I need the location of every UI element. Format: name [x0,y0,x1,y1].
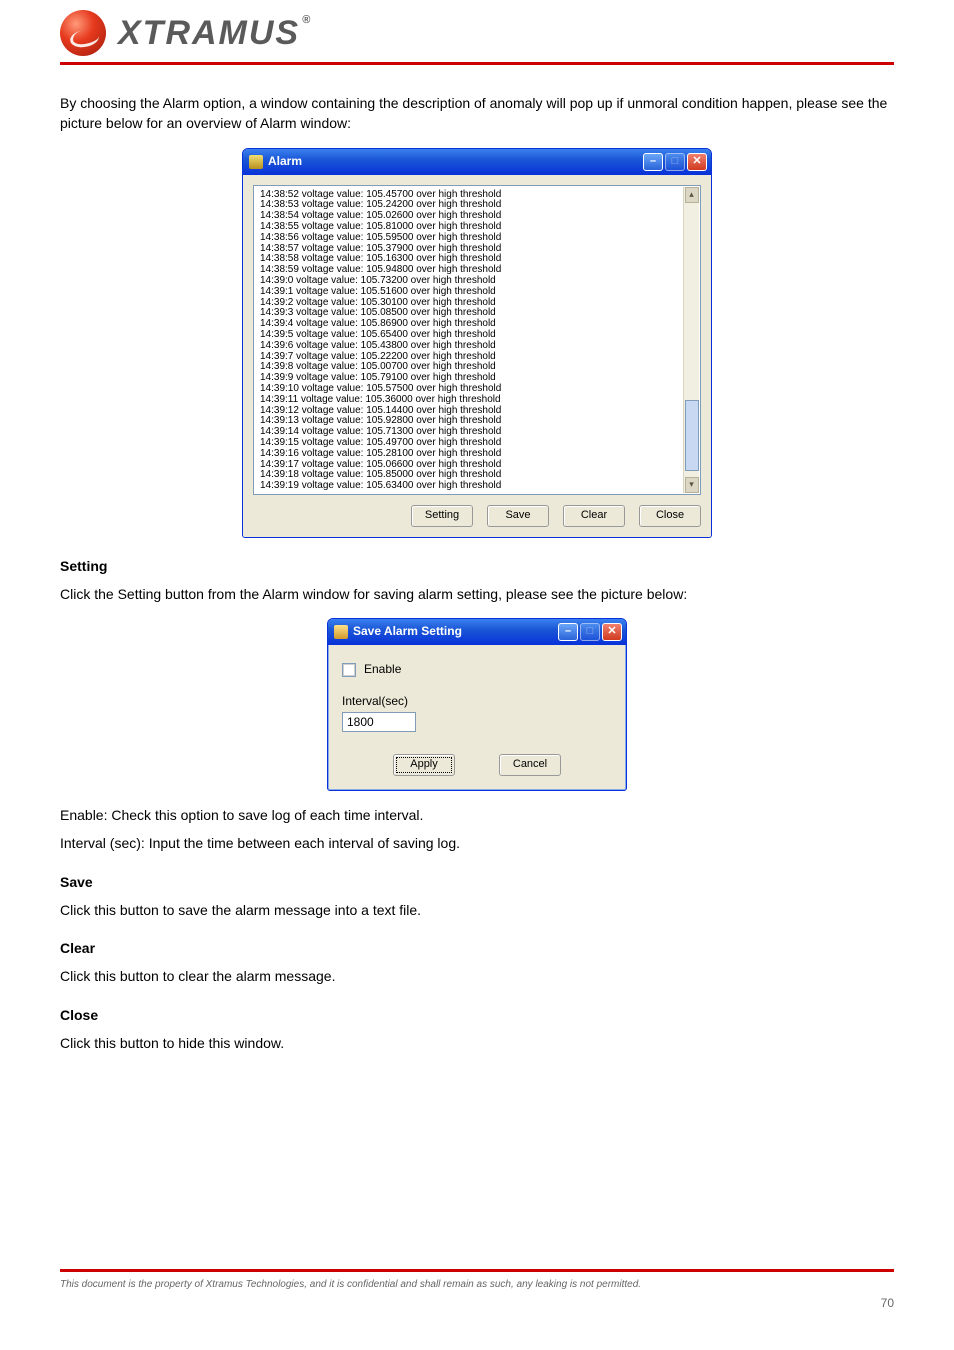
save-maximize-button: □ [580,623,600,641]
minimize-button[interactable]: – [643,153,663,171]
logo-sphere-icon [60,10,106,56]
apply-button[interactable]: Apply [393,754,455,776]
alarm-window-body: 14:38:52 voltage value: 105.45700 over h… [243,175,711,537]
close-button[interactable]: Close [639,505,701,527]
titlebar-buttons: – □ ✕ [643,153,707,171]
enable-checkbox[interactable] [342,663,356,677]
scroll-thumb[interactable] [685,400,699,471]
interval-input[interactable] [342,712,416,732]
scroll-down-arrow-icon[interactable]: ▾ [685,477,699,493]
intro-paragraph: By choosing the Alarm option, a window c… [60,93,894,134]
alarm-log-box[interactable]: 14:38:52 voltage value: 105.45700 over h… [253,185,701,495]
alarm-log-lines: 14:38:52 voltage value: 105.45700 over h… [260,190,698,492]
save-window-icon [334,625,348,639]
enable-paragraph: Enable: Check this option to save log of… [60,805,894,825]
setting-paragraph: Click the Setting button from the Alarm … [60,584,894,604]
save-window-title: Save Alarm Setting [353,623,558,640]
interval-paragraph: Interval (sec): Input the time between e… [60,833,894,853]
enable-label: Enable [364,661,401,678]
brand-logo: XTRAMUS® [60,10,894,56]
clear-button[interactable]: Clear [563,505,625,527]
save-window-body: Enable Interval(sec) Apply Cancel [328,645,626,790]
setting-button[interactable]: Setting [411,505,473,527]
alarm-window-title: Alarm [268,153,643,170]
alarm-button-row: Setting Save Clear Close [253,505,701,527]
setting-heading: Setting [60,556,894,576]
alarm-window-icon [249,155,263,169]
cancel-button[interactable]: Cancel [499,754,561,776]
save-minimize-button[interactable]: – [558,623,578,641]
save-titlebar[interactable]: Save Alarm Setting – □ ✕ [328,619,626,645]
alarm-titlebar[interactable]: Alarm – □ ✕ [243,149,711,175]
page-number: 70 [881,1296,894,1310]
brand-text: XTRAMUS [118,14,300,52]
registered-mark: ® [302,14,312,26]
vertical-scrollbar[interactable]: ▴ ▾ [683,187,699,493]
clear-heading: Clear [60,938,894,958]
scroll-up-arrow-icon[interactable]: ▴ [685,187,699,203]
save-titlebar-buttons: – □ ✕ [558,623,622,641]
save-paragraph: Click this button to save the alarm mess… [60,900,894,920]
close-paragraph: Click this button to hide this window. [60,1033,894,1053]
save-close-window-button[interactable]: ✕ [602,623,622,641]
footer-text: This document is the property of Xtramus… [60,1279,894,1290]
page-header: XTRAMUS® [0,0,954,56]
save-button[interactable]: Save [487,505,549,527]
clear-paragraph: Click this button to clear the alarm mes… [60,966,894,986]
footer-divider [60,1269,894,1272]
close-heading: Close [60,1005,894,1025]
brand-name: XTRAMUS® [118,14,312,53]
close-window-button[interactable]: ✕ [687,153,707,171]
maximize-button: □ [665,153,685,171]
alarm-window: Alarm – □ ✕ 14:38:52 voltage value: 105.… [242,148,712,538]
save-alarm-setting-window: Save Alarm Setting – □ ✕ Enable Interval… [327,618,627,791]
enable-row: Enable [342,661,612,678]
interval-label: Interval(sec) [342,693,612,710]
scroll-track[interactable] [685,203,699,477]
save-heading: Save [60,872,894,892]
save-button-row: Apply Cancel [342,754,612,776]
